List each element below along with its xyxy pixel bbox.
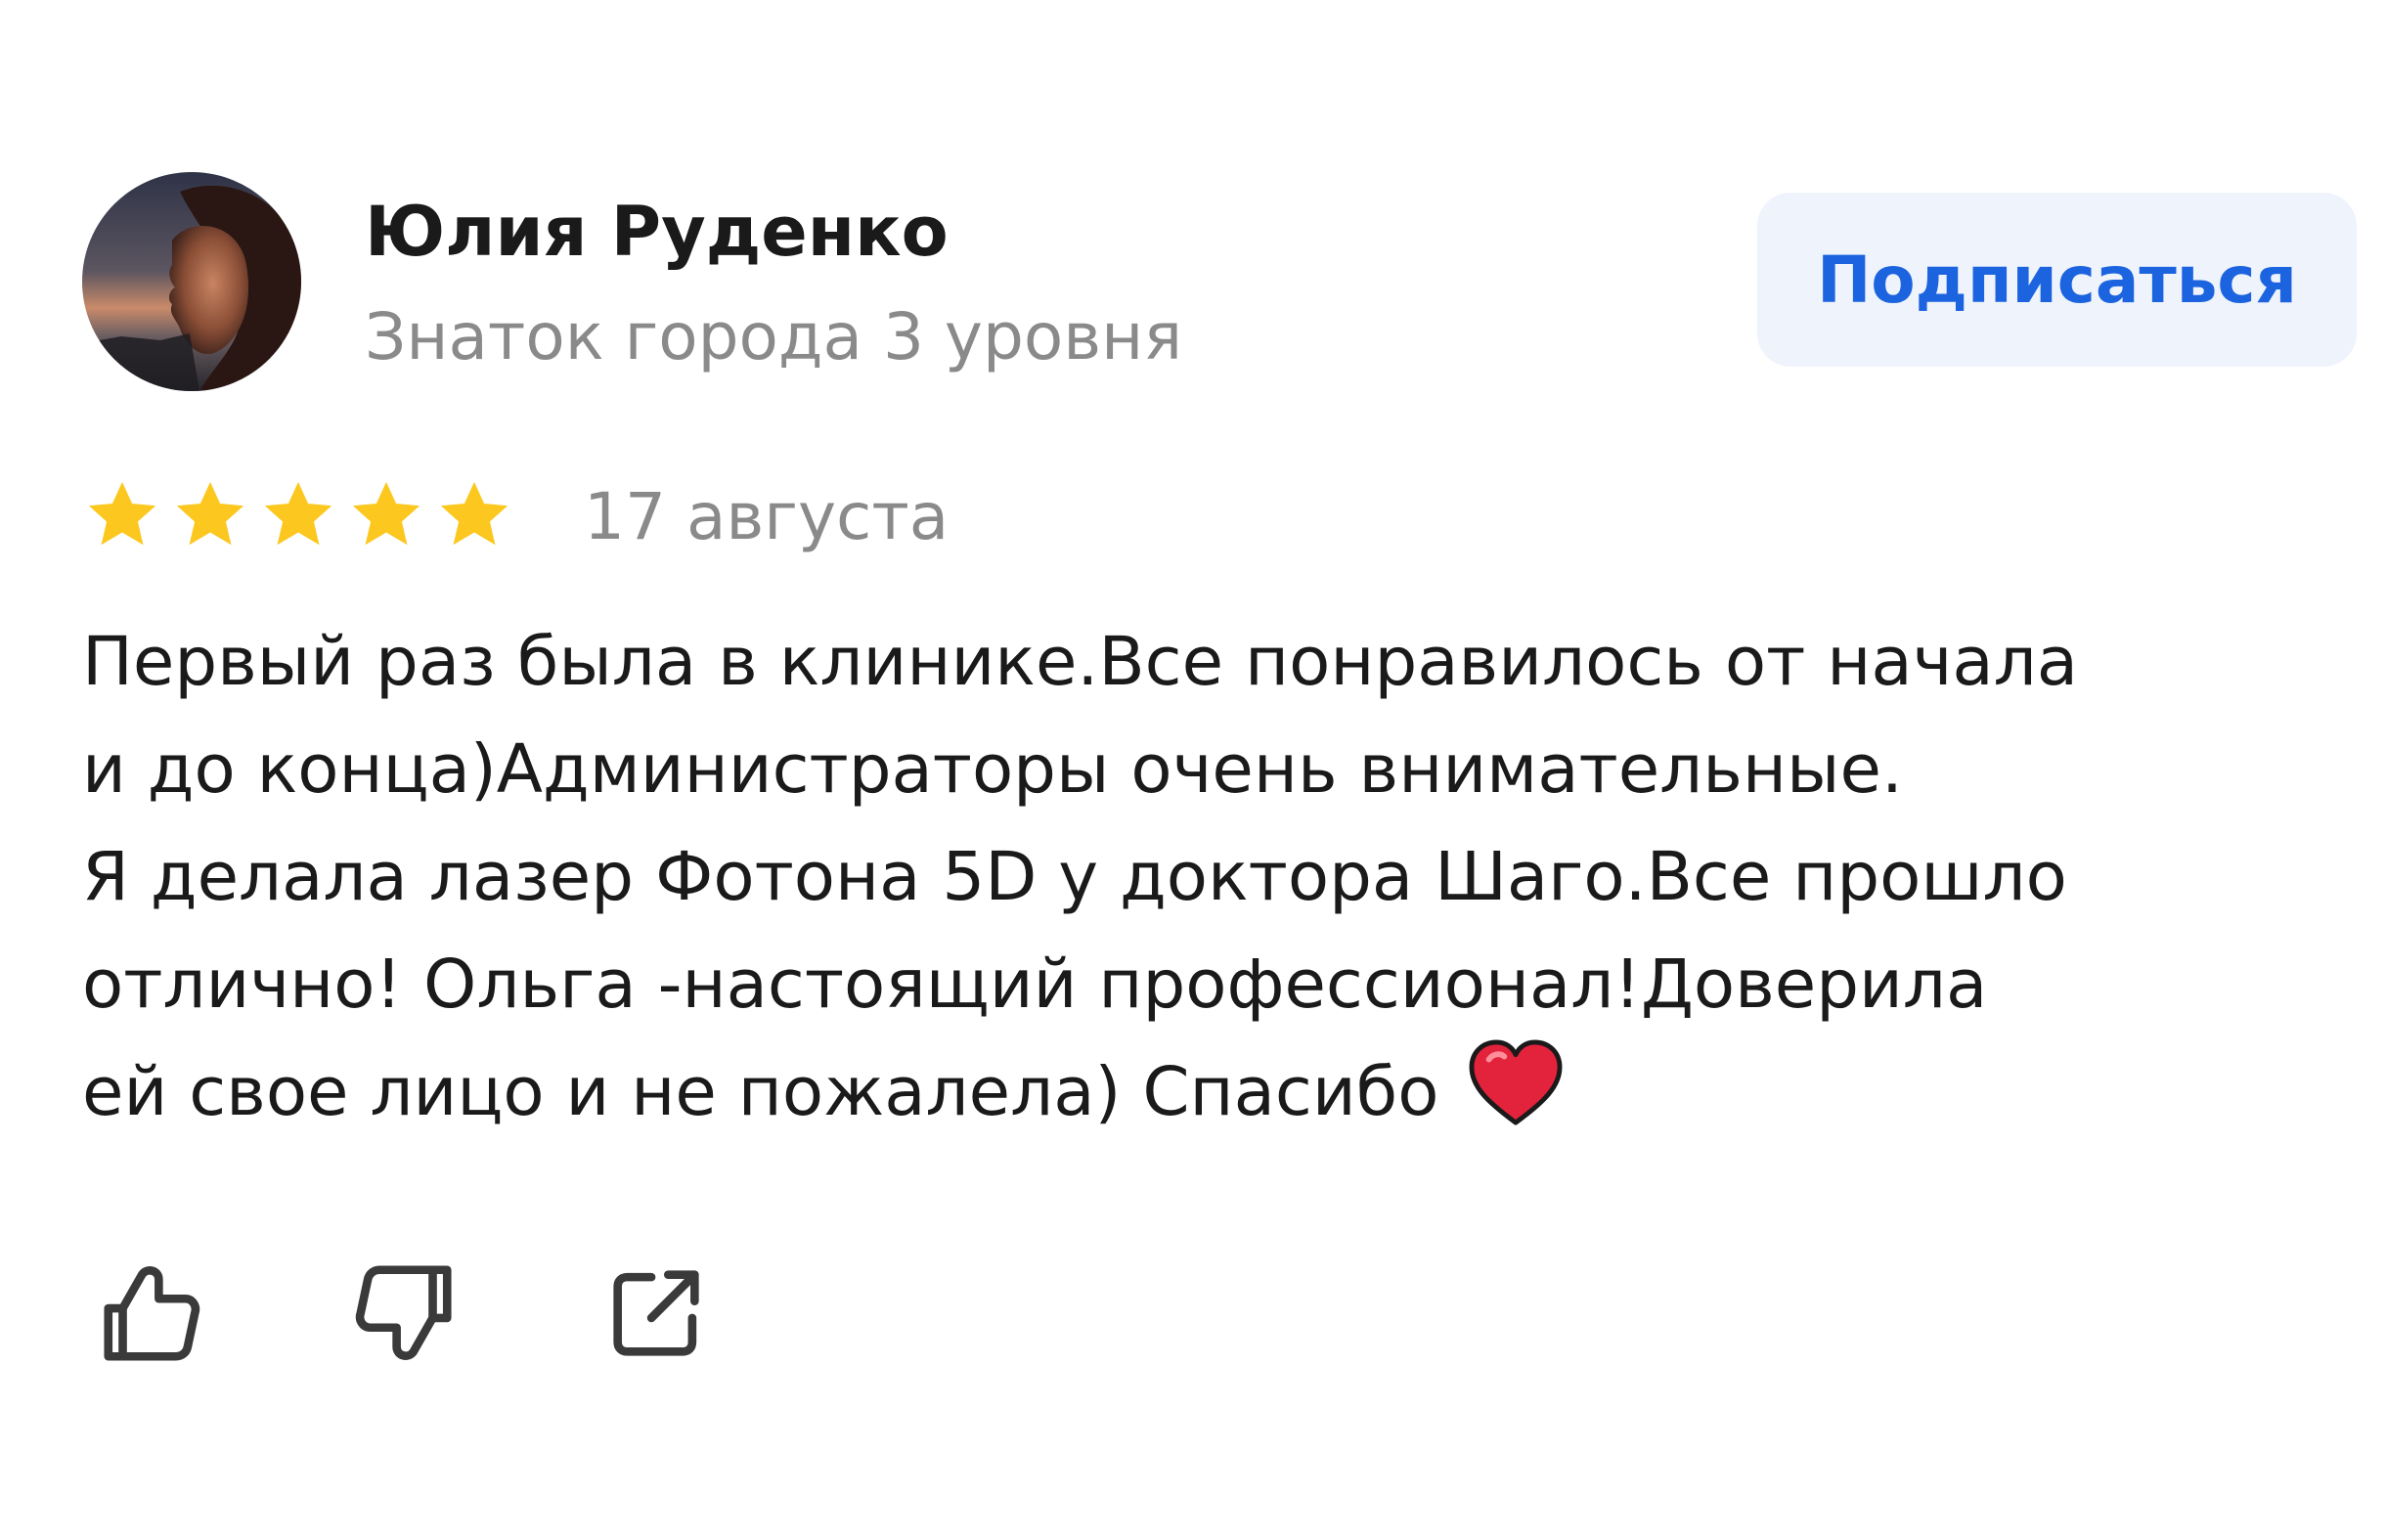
author-level: Знаток города 3 уровня (365, 299, 1183, 374)
review-text-line: ей свое лицо и не пожалела) Спасибо (82, 1053, 1439, 1131)
author-name[interactable]: Юлия Руденко (365, 192, 949, 272)
review-text-line-last: ей свое лицо и не пожалела) Спасибо (82, 1038, 2361, 1146)
thumbs-down-icon[interactable] (346, 1255, 462, 1371)
review-date: 17 августа (584, 479, 950, 554)
share-icon[interactable] (598, 1255, 714, 1371)
review-text-line: и до конца)Администраторы очень внимател… (82, 730, 1903, 809)
review-card: Юлия Руденко Знаток города 3 уровня Подп… (0, 0, 2386, 1540)
thumbs-up-icon[interactable] (94, 1255, 209, 1371)
review-text-line: отлично! Ольга -настоящий профессионал!Д… (82, 946, 1988, 1024)
star-icon (176, 481, 244, 546)
heart-emoji-icon (1469, 1039, 1563, 1125)
star-icon (440, 481, 508, 546)
rating-stars (84, 477, 512, 553)
review-actions (94, 1255, 714, 1371)
review-text-line: Первый раз была в клинике.Все понравилос… (82, 623, 2079, 701)
star-icon (352, 481, 420, 546)
star-icon (264, 481, 332, 546)
avatar[interactable] (82, 172, 301, 391)
review-text: Первый раз была в клинике.Все понравилос… (82, 608, 2361, 1146)
star-icon (88, 481, 156, 546)
avatar-photo (82, 172, 301, 391)
subscribe-button[interactable]: Подписаться (1757, 193, 2357, 367)
review-text-line: Я делала лазер Фотона 5D у доктора Шаго.… (82, 838, 2067, 916)
